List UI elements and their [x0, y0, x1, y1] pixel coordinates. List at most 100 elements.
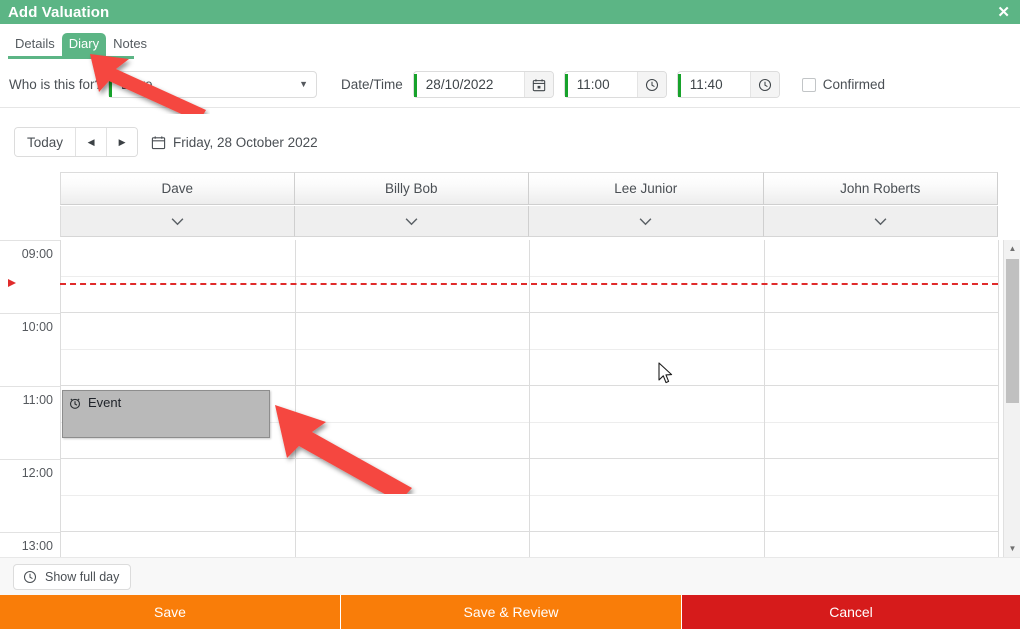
tab-diary[interactable]: Diary	[62, 33, 106, 56]
time-slot[interactable]	[765, 459, 999, 496]
time-slot[interactable]	[61, 459, 295, 496]
time-slot[interactable]	[765, 313, 999, 350]
time-slot[interactable]	[765, 240, 999, 277]
time-slot[interactable]	[61, 496, 295, 533]
show-full-day-label: Show full day	[45, 570, 119, 584]
resource-menu-john-roberts[interactable]	[764, 206, 999, 237]
clock-icon[interactable]	[637, 72, 666, 97]
confirmed-checkbox[interactable]	[802, 78, 816, 92]
time-slot[interactable]	[530, 350, 764, 387]
resource-menu-billy-bob[interactable]	[295, 206, 530, 237]
event-title: Event	[88, 395, 121, 411]
resource-column-john-roberts[interactable]	[765, 240, 1000, 557]
current-date-text: Friday, 28 October 2022	[173, 135, 318, 150]
confirmed-label: Confirmed	[823, 77, 885, 92]
resource-header-lee-junior[interactable]: Lee Junior	[529, 172, 764, 205]
calendar-icon	[151, 135, 166, 150]
calendar-vertical-scrollbar[interactable]: ▲ ▼	[1003, 240, 1020, 557]
time-slot[interactable]	[765, 277, 999, 314]
time-slot[interactable]	[61, 240, 295, 277]
time-slot[interactable]	[296, 350, 530, 387]
date-input-group[interactable]: 28/10/2022	[413, 71, 554, 98]
clock-icon[interactable]	[750, 72, 779, 97]
time-gutter: 09:00 10:00 11:00 12:00 13:00	[0, 240, 60, 557]
time-label: 09:00	[22, 247, 53, 261]
time-slot[interactable]	[296, 386, 530, 423]
current-date-display: Friday, 28 October 2022	[151, 135, 318, 150]
time-slot[interactable]	[530, 423, 764, 460]
add-valuation-dialog: Add Valuation ✕ Details Diary Notes Who …	[0, 0, 1020, 629]
time-slot[interactable]	[296, 277, 530, 314]
show-full-day-bar: Show full day	[0, 557, 1020, 595]
time-slot[interactable]	[765, 350, 999, 387]
time-slot[interactable]	[765, 423, 999, 460]
resource-header-john-roberts[interactable]: John Roberts	[764, 172, 999, 205]
calendar-navigation-toolbar: Today ◀ ▶ Friday, 28 October 2022	[14, 125, 318, 159]
time-label-row: 13:00	[0, 532, 60, 557]
time-slot[interactable]	[530, 240, 764, 277]
resource-header-dave[interactable]: Dave	[60, 172, 295, 205]
end-time-input[interactable]: 11:40	[690, 77, 723, 92]
required-accent-bar	[109, 74, 112, 97]
show-full-day-button[interactable]: Show full day	[13, 564, 131, 590]
calendar-icon[interactable]	[524, 72, 553, 97]
time-slot[interactable]	[296, 313, 530, 350]
today-button[interactable]: Today	[15, 128, 75, 156]
time-label: 11:00	[23, 393, 53, 407]
resource-column-lee-junior[interactable]	[530, 240, 765, 557]
resource-menu-row	[60, 206, 998, 237]
time-slot[interactable]	[296, 240, 530, 277]
required-accent-bar	[414, 74, 417, 97]
who-is-this-for-select[interactable]: Dave ▼	[108, 71, 317, 98]
date-input[interactable]: 28/10/2022	[426, 77, 494, 92]
valuation-form-row: Who is this for? Dave ▼ Date/Time 28/10/…	[0, 62, 1020, 108]
time-slot[interactable]	[296, 496, 530, 533]
who-is-this-for-value: Dave	[121, 77, 153, 92]
end-time-input-group[interactable]: 11:40	[677, 71, 780, 98]
dialog-footer: Save Save & Review Cancel	[0, 595, 1020, 629]
cancel-button[interactable]: Cancel	[682, 595, 1020, 629]
time-slot[interactable]	[61, 532, 295, 557]
close-icon[interactable]: ✕	[997, 5, 1010, 20]
tab-details[interactable]: Details	[8, 33, 62, 56]
time-slot[interactable]	[61, 313, 295, 350]
time-slot[interactable]	[296, 459, 530, 496]
next-day-button[interactable]: ▶	[106, 128, 137, 156]
time-slot[interactable]	[296, 423, 530, 460]
time-slot[interactable]	[765, 496, 999, 533]
tab-list: Details Diary Notes	[8, 30, 154, 56]
time-slot[interactable]	[61, 350, 295, 387]
time-slot[interactable]	[765, 532, 999, 557]
previous-day-button[interactable]: ◀	[75, 128, 106, 156]
time-label-row: 09:00	[0, 240, 60, 313]
tab-notes[interactable]: Notes	[106, 33, 154, 56]
scrollbar-thumb[interactable]	[1006, 259, 1019, 403]
time-slot[interactable]	[530, 459, 764, 496]
scroll-down-icon[interactable]: ▼	[1004, 540, 1020, 557]
start-time-input-group[interactable]: 11:00	[564, 71, 667, 98]
resource-menu-lee-junior[interactable]	[529, 206, 764, 237]
time-slot[interactable]	[530, 313, 764, 350]
time-slot[interactable]	[765, 386, 999, 423]
time-slot[interactable]	[530, 277, 764, 314]
start-time-input[interactable]: 11:00	[577, 77, 610, 92]
resource-header-billy-bob[interactable]: Billy Bob	[295, 172, 530, 205]
save-and-review-button[interactable]: Save & Review	[341, 595, 682, 629]
resource-column-billy-bob[interactable]	[296, 240, 531, 557]
diary-calendar: Dave Billy Bob Lee Junior John Roberts 0…	[0, 172, 1020, 557]
datetime-label: Date/Time	[341, 77, 403, 92]
who-is-this-for-label: Who is this for?	[9, 77, 102, 92]
time-slot[interactable]	[530, 496, 764, 533]
chevron-down-icon: ▼	[299, 80, 308, 89]
scroll-up-icon[interactable]: ▲	[1004, 240, 1020, 257]
time-slot[interactable]	[530, 386, 764, 423]
nav-button-group: Today ◀ ▶	[14, 127, 138, 157]
time-slot[interactable]	[61, 277, 295, 314]
time-label: 10:00	[22, 320, 53, 334]
save-button[interactable]: Save	[0, 595, 341, 629]
required-accent-bar	[678, 74, 681, 97]
resource-menu-dave[interactable]	[60, 206, 295, 237]
time-slot[interactable]	[530, 532, 764, 557]
time-slot[interactable]	[296, 532, 530, 557]
calendar-event-block[interactable]: Event	[62, 390, 270, 438]
